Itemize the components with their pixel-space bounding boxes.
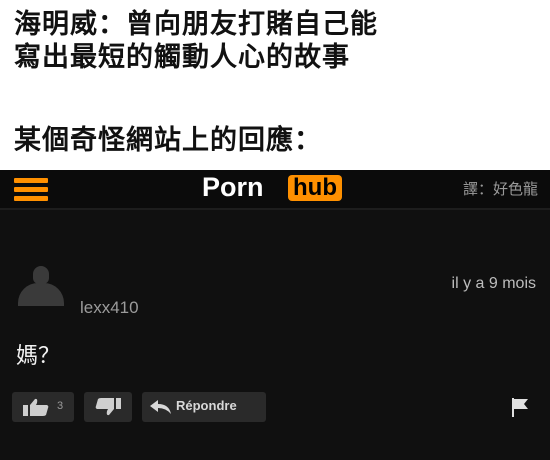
thumbs-up-icon <box>23 398 49 416</box>
caption-line-2: 寫出最短的觸動人心的故事 <box>14 42 350 73</box>
logo-text-left: Porn <box>202 172 264 202</box>
caption-line-1: 海明威：曾向朋友打賭自己能 <box>14 9 378 40</box>
caption-line-3: 某個奇怪網站上的回應： <box>14 125 322 156</box>
header-divider <box>0 208 550 210</box>
comment-timestamp: il y a 9 mois <box>451 275 536 292</box>
translator-credit: 譯：好色龍 <box>462 180 538 198</box>
like-count: 3 <box>57 400 64 412</box>
like-button[interactable]: 3 <box>12 392 74 422</box>
flag-icon <box>512 398 528 417</box>
thumbs-down-icon <box>95 398 121 416</box>
dislike-button[interactable] <box>84 392 132 422</box>
comment-actions: 3 Répondre <box>0 392 550 426</box>
logo-text-right: hub <box>288 175 342 201</box>
site-screenshot: Porn hub 譯：好色龍 lexx410 il y a 9 mois 媽？ … <box>0 170 550 460</box>
reply-button[interactable]: Répondre <box>142 392 266 422</box>
hamburger-icon[interactable] <box>14 178 48 202</box>
user-silhouette-icon[interactable] <box>16 266 66 306</box>
site-header: Porn hub 譯：好色龍 <box>0 170 550 208</box>
flag-button[interactable] <box>506 392 536 422</box>
reply-arrow-icon <box>150 400 171 414</box>
reply-label: Répondre <box>176 398 237 413</box>
comment-username[interactable]: lexx410 <box>80 298 139 318</box>
comment-text: 媽？ <box>16 344 61 369</box>
meme-caption: 海明威：曾向朋友打賭自己能 寫出最短的觸動人心的故事 某個奇怪網站上的回應： <box>0 0 550 170</box>
